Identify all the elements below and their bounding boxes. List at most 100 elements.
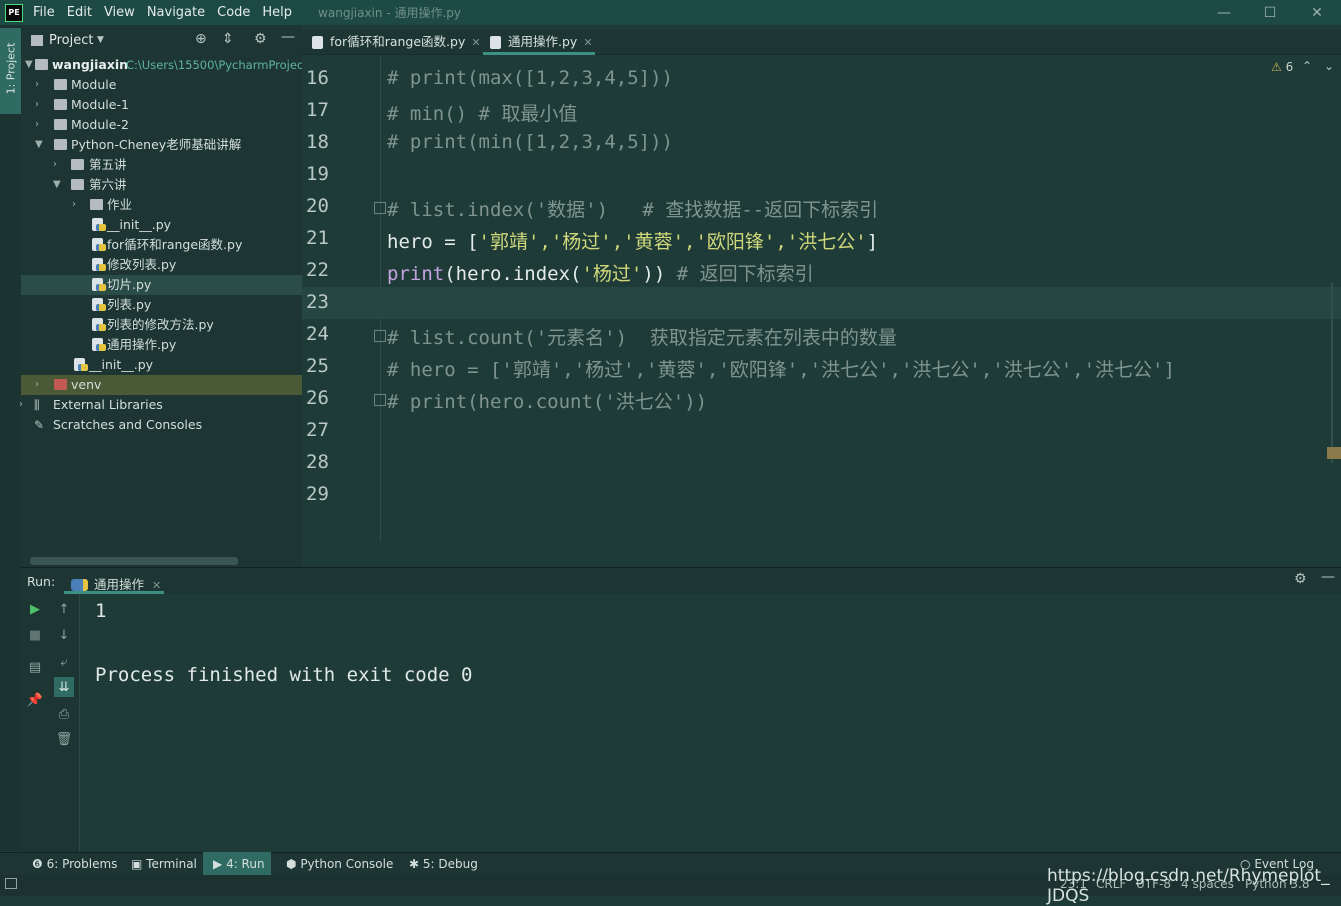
code-token: print — [387, 263, 445, 285]
folder-icon — [54, 139, 67, 150]
python-file-icon — [92, 298, 106, 311]
scratches-icon: ✎ — [34, 418, 45, 432]
scroll-down-icon[interactable]: ↓ — [54, 625, 74, 645]
tree-item-lecture-5[interactable]: › 第五讲 — [21, 155, 302, 175]
python-console-tool-button[interactable]: ⬢ Python Console — [286, 857, 393, 871]
menu-help[interactable]: Help — [262, 5, 292, 20]
tree-item-modify-list[interactable]: 修改列表.py — [21, 255, 302, 275]
soft-wrap-icon[interactable]: ⤶ — [54, 652, 74, 672]
debug-tool-button[interactable]: ✱ 5: Debug — [409, 857, 478, 871]
run-console[interactable] — [80, 594, 1341, 852]
tree-item-module-2[interactable]: › Module-2 — [21, 115, 302, 135]
line-number: 26 — [306, 387, 329, 409]
locate-icon[interactable]: ⊕ — [195, 31, 207, 47]
tree-item-list-modify-methods[interactable]: 列表的修改方法.py — [21, 315, 302, 335]
scroll-up-icon[interactable]: ↑ — [54, 599, 74, 619]
python-file-icon — [92, 238, 106, 251]
line-number: 20 — [306, 195, 329, 217]
folder-icon — [54, 379, 67, 390]
terminal-tool-button[interactable]: ▣ Terminal — [131, 857, 197, 871]
run-panel-header — [21, 567, 1341, 594]
tree-label: 通用操作.py — [107, 337, 177, 352]
hide-panel-icon[interactable]: — — [281, 29, 295, 45]
root-path: C:\Users\15500\PycharmProjec — [126, 58, 304, 72]
close-window-button[interactable]: ✕ — [1294, 0, 1340, 25]
tool-label: Python Console — [300, 857, 394, 871]
pin-icon[interactable]: 📌 — [25, 690, 45, 710]
tree-label: 列表的修改方法.py — [107, 317, 214, 332]
fold-marker[interactable] — [374, 394, 386, 406]
tree-item-venv[interactable]: › venv — [21, 375, 302, 395]
fold-marker[interactable] — [374, 330, 386, 342]
code-token: hero = [ — [387, 231, 479, 253]
menu-view[interactable]: View — [104, 5, 135, 20]
code-line-16: # print(max([1,2,3,4,5])) — [387, 67, 673, 89]
menu-code[interactable]: Code — [217, 5, 250, 20]
python-file-icon — [92, 338, 106, 351]
console-output-line: Process finished with exit code 0 — [95, 664, 473, 686]
window-toggle-icon[interactable] — [5, 878, 17, 889]
problems-tool-button[interactable]: ❻ 6: Problems — [32, 857, 117, 871]
tool-label: 5: Debug — [422, 857, 478, 871]
tree-item-common-ops[interactable]: 通用操作.py — [21, 335, 302, 355]
next-highlight-icon[interactable]: ⌄ — [1324, 59, 1334, 73]
project-tool-label: 1: Project — [4, 42, 18, 95]
stop-icon[interactable]: ■ — [25, 625, 45, 645]
line-number: 25 — [306, 355, 329, 377]
folder-icon — [54, 119, 67, 130]
code-line-20: # list.index('数据') # 查找数据--返回下标索引 — [387, 199, 879, 221]
prev-highlight-icon[interactable]: ⌃ — [1302, 59, 1312, 73]
tree-label: 第五讲 — [89, 157, 127, 172]
project-scrollbar[interactable] — [30, 557, 238, 565]
close-tab-icon[interactable]: ✕ — [471, 36, 480, 49]
run-tool-button[interactable]: ▶ 4: Run — [213, 857, 265, 871]
scroll-to-end-icon[interactable]: ⇊ — [54, 677, 74, 697]
collapse-all-icon[interactable]: ⇕ — [222, 31, 234, 47]
project-title[interactable]: Project — [49, 33, 93, 48]
gear-icon[interactable]: ⚙ — [254, 31, 267, 47]
editor-bottom-area — [302, 542, 1341, 567]
trash-icon[interactable]: 🗑 — [54, 729, 74, 749]
tree-label: Module-2 — [71, 117, 129, 132]
chevron-down-icon[interactable]: ▼ — [97, 35, 104, 45]
print-icon[interactable]: ⎙ — [54, 704, 74, 724]
tree-item-slice[interactable]: 切片.py — [21, 275, 302, 295]
menu-file[interactable]: File — [33, 5, 55, 20]
tab-for-range[interactable]: for循环和range函数.py ✕ — [312, 30, 481, 54]
tree-label: 修改列表.py — [107, 257, 177, 272]
tree-item-root-init[interactable]: __init__.py — [21, 355, 302, 375]
tree-item-for-range[interactable]: for循环和range函数.py — [21, 235, 302, 255]
tab-common-ops[interactable]: 通用操作.py ✕ — [490, 30, 593, 54]
maximize-button[interactable]: ☐ — [1247, 0, 1293, 25]
tree-item-module[interactable]: › Module — [21, 75, 302, 95]
tree-item-python-cheney[interactable]: ▼ Python-Cheney老师基础讲解 — [21, 135, 302, 155]
code-token: '杨过' — [581, 263, 643, 285]
rerun-icon[interactable]: ▶ — [25, 599, 45, 619]
minimize-button[interactable]: — — [1201, 0, 1247, 25]
run-hide-icon[interactable]: — — [1321, 569, 1335, 585]
layout-icon[interactable]: ▤ — [25, 657, 45, 677]
watermark: https://blog.csdn.net/Rhymeplot_ JDQS — [1047, 866, 1330, 906]
fold-marker[interactable] — [374, 202, 386, 214]
editor-scrollbar[interactable] — [1331, 283, 1333, 463]
code-token: '郭靖','杨过','黄蓉','欧阳锋','洪七公' — [478, 231, 867, 253]
tree-item-module-1[interactable]: › Module-1 — [21, 95, 302, 115]
menu-edit[interactable]: Edit — [67, 5, 92, 20]
code-line-17: # min() # 取最小值 — [387, 103, 578, 125]
run-settings-gear-icon[interactable]: ⚙ — [1294, 571, 1307, 587]
problems-icon: ❻ — [32, 857, 43, 871]
code-line-24: # list.count('元素名') 获取指定元素在列表中的数量 — [387, 327, 897, 349]
close-tab-icon[interactable]: ✕ — [583, 36, 592, 49]
tree-item-list[interactable]: 列表.py — [21, 295, 302, 315]
tree-item-scratches[interactable]: ✎ Scratches and Consoles — [21, 415, 302, 435]
line-number: 23 — [306, 291, 329, 313]
tree-item-init[interactable]: __init__.py — [21, 215, 302, 235]
warning-indicator[interactable]: ⚠ 6 — [1271, 60, 1293, 74]
tree-label: __init__.py — [89, 357, 154, 372]
tree-root[interactable]: ▼ wangjiaxin C:\Users\15500\PycharmProje… — [21, 55, 304, 75]
tree-item-lecture-6[interactable]: ▼ 第六讲 — [21, 175, 302, 195]
tree-item-external-libraries[interactable]: › ⫼ External Libraries — [19, 395, 302, 415]
folder-icon — [71, 159, 84, 170]
menu-navigate[interactable]: Navigate — [147, 5, 205, 20]
tree-item-homework[interactable]: › 作业 — [21, 195, 302, 215]
